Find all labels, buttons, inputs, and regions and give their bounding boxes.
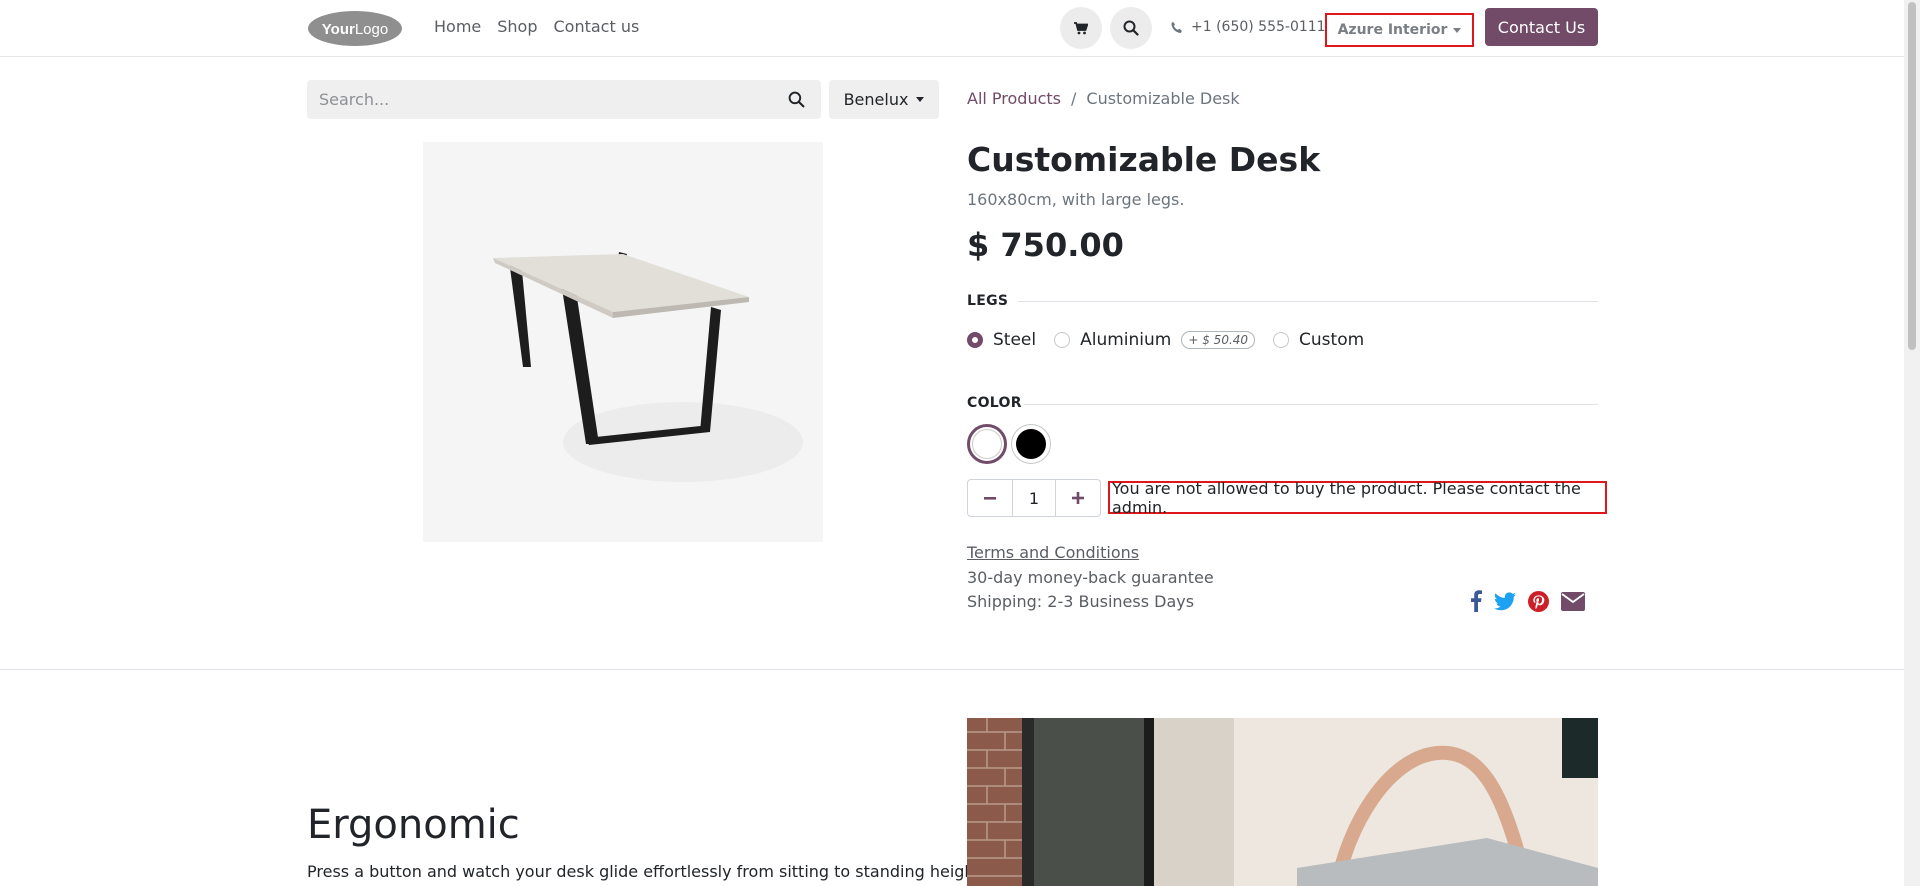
nav-shop[interactable]: Shop <box>497 17 537 36</box>
company-name: Azure Interior <box>1337 22 1448 38</box>
section-text: Press a button and watch your desk glide… <box>307 862 1001 881</box>
cart-icon <box>1074 21 1088 34</box>
color-divider <box>1024 404 1598 405</box>
radio-aluminium[interactable] <box>1054 332 1071 348</box>
terms-link[interactable]: Terms and Conditions <box>967 543 1139 562</box>
shipping-text: Shipping: 2-3 Business Days <box>967 592 1195 611</box>
product-title: Customizable Desk <box>967 140 1321 179</box>
purchase-warning: You are not allowed to buy the product. … <box>1108 479 1607 517</box>
black-swatch <box>1016 429 1046 459</box>
breadcrumb: All Products / Customizable Desk <box>967 89 1240 108</box>
white-swatch <box>972 429 1002 459</box>
logo[interactable]: YourLogo <box>307 10 403 47</box>
pricelist-label: Benelux <box>843 90 909 109</box>
scrollbar-thumb[interactable] <box>1908 2 1916 350</box>
legs-option-label: Aluminium <box>1080 330 1172 350</box>
minus-icon <box>984 497 996 500</box>
envelope-icon[interactable] <box>1561 591 1585 611</box>
svg-text:YourLogo: YourLogo <box>322 21 388 38</box>
quantity-stepper: 1 <box>967 479 1101 517</box>
extra-price-badge: + $ 50.40 <box>1181 331 1256 349</box>
legs-options: Steel Aluminium + $ 50.40 Custom <box>967 330 1382 350</box>
pricelist-dropdown[interactable]: Benelux <box>829 80 939 119</box>
nav-home[interactable]: Home <box>434 17 481 36</box>
legs-divider <box>1018 301 1598 302</box>
quantity-input[interactable]: 1 <box>1012 480 1056 516</box>
guarantee-text: 30-day money-back guarantee <box>967 568 1214 587</box>
legs-option-label: Custom <box>1299 330 1365 350</box>
chevron-down-icon <box>1453 27 1462 33</box>
increase-quantity-button[interactable] <box>1056 480 1100 516</box>
logo-text-light: Logo <box>355 21 388 38</box>
phone-number: +1 (650) 555-0111 <box>1191 19 1326 35</box>
breadcrumb-current: Customizable Desk <box>1086 89 1240 108</box>
legs-option-label: Steel <box>993 330 1037 350</box>
share-links <box>1470 590 1585 612</box>
section-divider <box>0 669 1904 670</box>
search-icon[interactable] <box>788 91 805 108</box>
product-price: $ 750.00 <box>967 226 1124 264</box>
legs-option-steel[interactable]: Steel <box>967 330 1036 350</box>
color-label: COLOR <box>967 395 1022 411</box>
main-nav: Home Shop Contact us <box>434 17 639 36</box>
pinterest-icon[interactable] <box>1528 590 1549 612</box>
product-description: 160x80cm, with large legs. <box>967 190 1185 209</box>
breadcrumb-all-products[interactable]: All Products <box>967 89 1061 108</box>
nav-contact-us[interactable]: Contact us <box>554 17 640 36</box>
legs-option-aluminium[interactable]: Aluminium <box>1054 330 1171 350</box>
header-search-button[interactable] <box>1110 7 1152 49</box>
cart-button[interactable] <box>1060 7 1102 49</box>
legs-option-custom[interactable]: Custom <box>1273 330 1364 350</box>
breadcrumb-separator: / <box>1071 89 1077 108</box>
color-swatch-black[interactable] <box>1011 424 1051 464</box>
page-scrollbar[interactable] <box>1904 0 1920 886</box>
phone-contact[interactable]: +1 (650) 555-0111 <box>1170 19 1326 35</box>
logo-text-bold: Your <box>322 21 355 38</box>
site-header: YourLogo Home Shop Contact us +1 (650) 5… <box>0 0 1904 57</box>
search-icon <box>1123 20 1139 36</box>
facebook-icon[interactable] <box>1470 590 1482 612</box>
phone-icon <box>1171 21 1182 33</box>
legs-label: LEGS <box>967 293 1009 309</box>
product-search <box>307 80 821 119</box>
plus-icon <box>1072 492 1084 504</box>
company-switcher[interactable]: Azure Interior <box>1325 13 1474 47</box>
section-title: Ergonomic <box>307 802 520 848</box>
decrease-quantity-button[interactable] <box>968 480 1012 516</box>
radio-steel[interactable] <box>967 332 983 348</box>
radio-custom[interactable] <box>1273 332 1290 348</box>
color-swatch-white[interactable] <box>967 424 1007 464</box>
twitter-icon[interactable] <box>1494 591 1516 611</box>
contact-us-button[interactable]: Contact Us <box>1485 8 1598 46</box>
search-input[interactable] <box>307 80 821 119</box>
chevron-down-icon <box>916 97 925 102</box>
ergonomic-image <box>967 718 1598 886</box>
product-image <box>423 142 823 542</box>
